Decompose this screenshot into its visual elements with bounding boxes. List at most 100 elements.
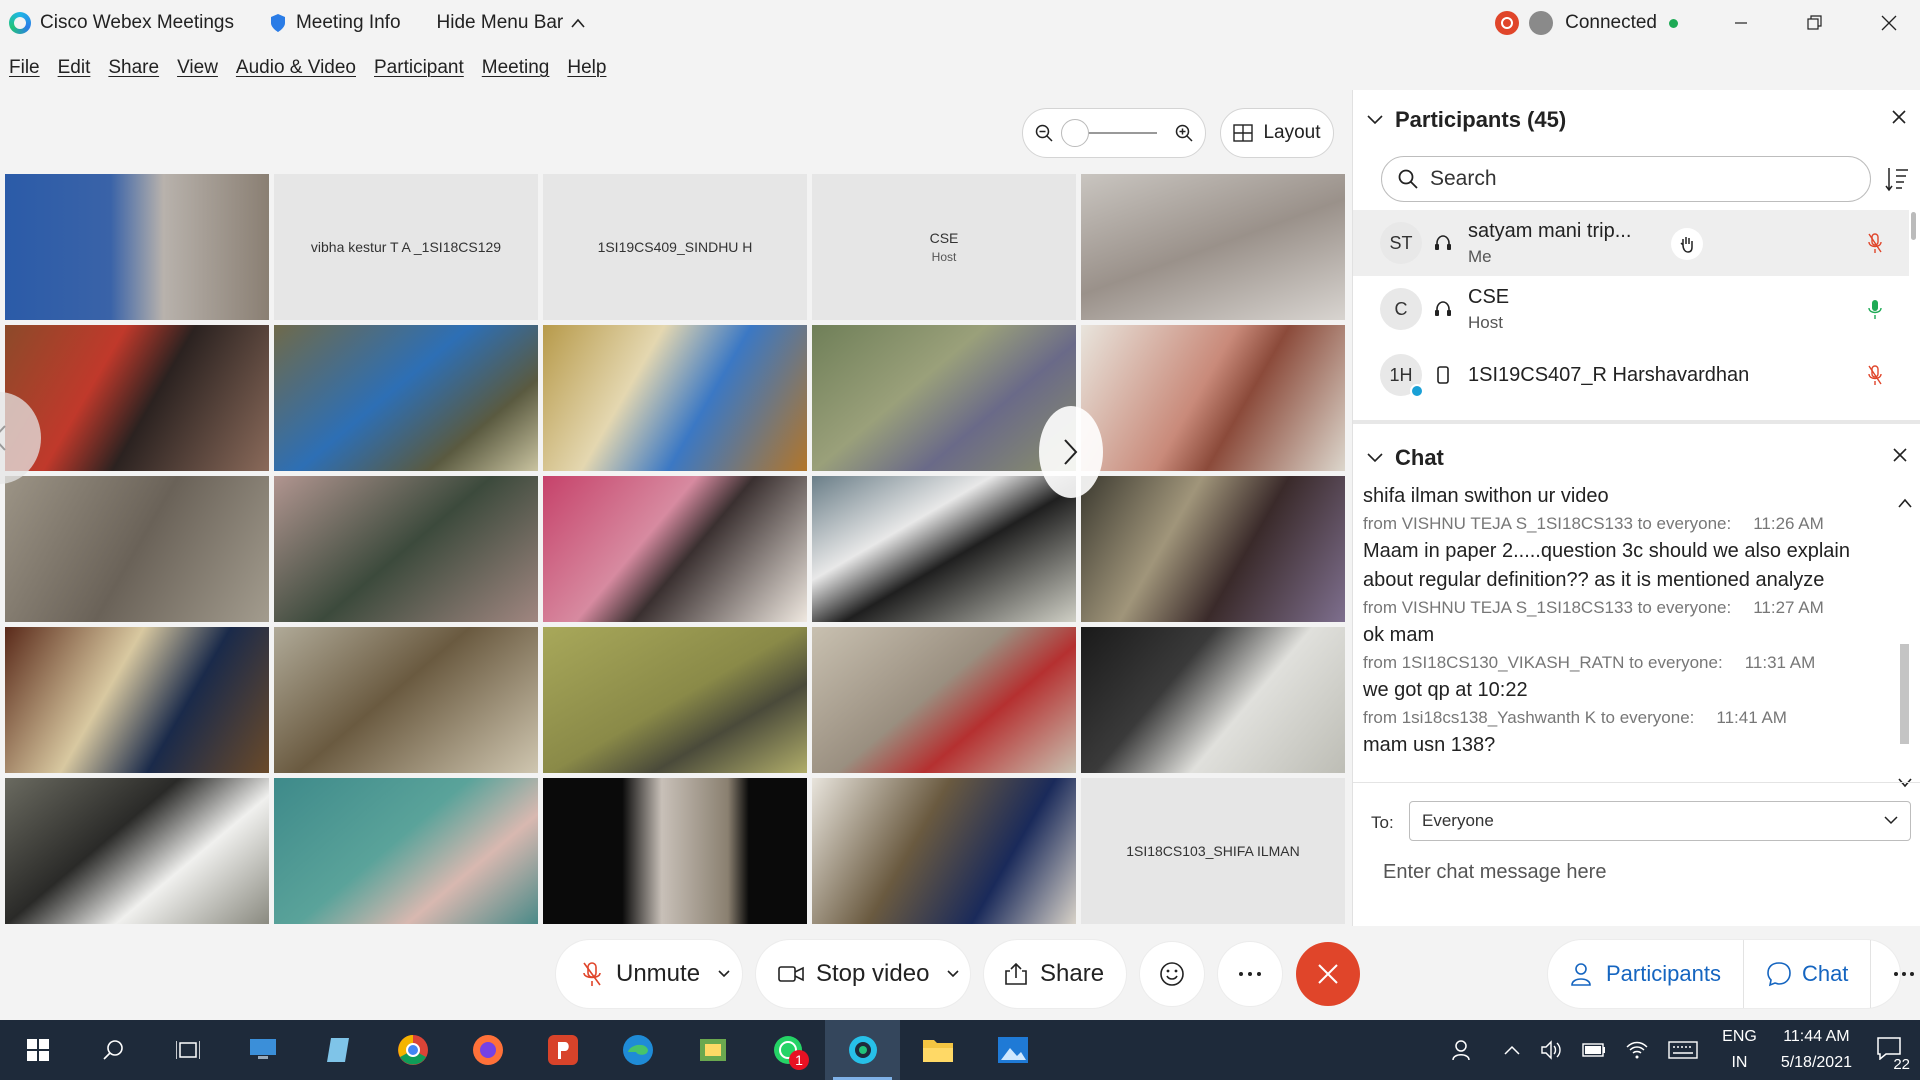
taskbar-app-whatsapp[interactable]: 1 <box>750 1020 825 1080</box>
video-tile[interactable] <box>543 627 807 773</box>
taskbar-app-pushbullet[interactable] <box>525 1020 600 1080</box>
battery-icon[interactable] <box>1582 1043 1606 1057</box>
people-icon[interactable] <box>1452 1039 1474 1061</box>
muted-mic-icon[interactable] <box>1867 232 1883 259</box>
video-tile[interactable] <box>274 778 538 924</box>
video-tile[interactable] <box>5 174 269 320</box>
recipient-select[interactable]: Everyone <box>1409 801 1911 841</box>
next-page-button[interactable] <box>1039 406 1103 498</box>
more-panels-button[interactable] <box>1870 940 1920 1008</box>
taskbar-app-photos[interactable] <box>975 1020 1050 1080</box>
raise-hand-icon[interactable] <box>1671 228 1703 260</box>
chat-toggle-button[interactable]: Chat <box>1742 940 1870 1008</box>
taskbar-app-file-explorer[interactable] <box>900 1020 975 1080</box>
video-tile[interactable] <box>812 476 1076 622</box>
stop-video-button[interactable]: Stop video <box>756 940 970 1008</box>
video-tile[interactable] <box>543 476 807 622</box>
unmute-button[interactable]: Unmute <box>556 940 742 1008</box>
taskbar-app-notepad[interactable] <box>300 1020 375 1080</box>
video-tile-host[interactable]: CSE Host <box>812 174 1076 320</box>
chevron-down-icon[interactable] <box>947 970 959 978</box>
reactions-button[interactable] <box>1140 942 1204 1006</box>
start-button[interactable] <box>0 1020 75 1080</box>
video-tile[interactable] <box>812 778 1076 924</box>
clock[interactable]: 11:44 AM 5/18/2021 <box>1781 1024 1852 1076</box>
close-window-button[interactable] <box>1866 0 1912 46</box>
video-tile-name-only[interactable]: vibha kestur T A _1SI18CS129 <box>274 174 538 320</box>
video-tile-name-only[interactable]: 1SI18CS103_SHIFA ILMAN <box>1081 778 1345 924</box>
video-tile[interactable] <box>1081 174 1345 320</box>
menu-participant[interactable]: Participant <box>374 57 464 79</box>
video-tile[interactable] <box>5 476 269 622</box>
video-tile[interactable] <box>543 325 807 471</box>
taskbar-search-button[interactable] <box>75 1020 150 1080</box>
sort-icon[interactable] <box>1885 166 1909 192</box>
menu-share[interactable]: Share <box>108 57 159 79</box>
minimize-button[interactable] <box>1718 0 1764 46</box>
meeting-info-button[interactable]: Meeting Info <box>270 12 401 34</box>
leave-meeting-button[interactable] <box>1296 942 1360 1006</box>
menu-help[interactable]: Help <box>567 57 606 79</box>
hide-menu-bar-button[interactable]: Hide Menu Bar <box>437 12 586 34</box>
task-view-button[interactable] <box>150 1020 225 1080</box>
layout-button[interactable]: Layout <box>1220 108 1334 158</box>
taskbar-app-firefox[interactable] <box>450 1020 525 1080</box>
close-icon[interactable] <box>1893 448 1907 462</box>
restore-button[interactable] <box>1792 0 1838 46</box>
video-tile[interactable] <box>1081 325 1345 471</box>
menu-edit[interactable]: Edit <box>58 57 91 79</box>
participant-list-scrollbar[interactable] <box>1911 212 1916 240</box>
chevron-up-icon[interactable] <box>1504 1045 1520 1055</box>
more-options-button[interactable] <box>1218 942 1282 1006</box>
active-mic-icon[interactable] <box>1867 298 1883 325</box>
participant-row[interactable]: C CSE Host <box>1353 276 1909 342</box>
chat-scroll-thumb[interactable] <box>1900 644 1909 744</box>
share-button[interactable]: Share <box>984 940 1126 1008</box>
audio-status-icon[interactable] <box>1529 11 1554 35</box>
video-tile[interactable] <box>812 627 1076 773</box>
taskbar-app-this-pc[interactable] <box>225 1020 300 1080</box>
notifications-button[interactable]: 22 <box>1876 1036 1910 1073</box>
video-tile[interactable] <box>543 778 807 924</box>
taskbar-app-webex[interactable] <box>825 1020 900 1080</box>
taskbar-app-chrome[interactable] <box>375 1020 450 1080</box>
menu-audio-video[interactable]: Audio & Video <box>236 57 356 79</box>
video-tile[interactable] <box>274 325 538 471</box>
volume-icon[interactable] <box>1540 1040 1562 1060</box>
menu-file[interactable]: File <box>9 57 40 79</box>
video-tile[interactable] <box>1081 476 1345 622</box>
participant-row[interactable]: 1H 1SI19CS407_R Harshavardhan <box>1353 342 1909 408</box>
zoom-slider-knob[interactable] <box>1061 119 1089 147</box>
video-tile-name-only[interactable]: 1SI19CS409_SINDHU H <box>543 174 807 320</box>
zoom-slider[interactable] <box>1061 119 1157 147</box>
video-tile[interactable] <box>812 325 1076 471</box>
chat-scrollbar[interactable] <box>1895 498 1915 788</box>
chevron-down-icon[interactable] <box>718 970 730 978</box>
taskbar-app-game[interactable] <box>675 1020 750 1080</box>
menu-view[interactable]: View <box>177 57 218 79</box>
chat-header[interactable]: Chat <box>1353 428 1920 488</box>
taskbar-app-edge[interactable] <box>600 1020 675 1080</box>
video-tile[interactable] <box>5 778 269 924</box>
language-indicator[interactable]: ENG IN <box>1722 1024 1757 1076</box>
panel-divider[interactable] <box>1353 420 1920 424</box>
zoom-in-icon[interactable] <box>1175 124 1193 142</box>
chat-message-input[interactable]: Enter chat message here <box>1383 861 1606 884</box>
zoom-out-icon[interactable] <box>1035 124 1053 142</box>
video-tile[interactable] <box>5 627 269 773</box>
video-tile[interactable] <box>274 476 538 622</box>
participant-search-input[interactable]: Search <box>1381 156 1871 202</box>
muted-mic-icon[interactable] <box>1867 364 1883 391</box>
participant-row[interactable]: ST satyam mani trip... Me <box>1353 210 1909 276</box>
keyboard-icon[interactable] <box>1668 1041 1698 1059</box>
video-tile[interactable] <box>5 325 269 471</box>
video-tile[interactable] <box>1081 627 1345 773</box>
video-tile[interactable] <box>274 627 538 773</box>
recording-icon[interactable] <box>1495 11 1520 35</box>
participants-header[interactable]: Participants (45) <box>1353 90 1920 150</box>
menu-meeting[interactable]: Meeting <box>482 57 550 79</box>
scroll-up-icon[interactable] <box>1898 498 1912 508</box>
close-icon[interactable] <box>1892 110 1906 124</box>
wifi-icon[interactable] <box>1626 1041 1648 1059</box>
participants-toggle-button[interactable]: Participants <box>1548 940 1743 1008</box>
